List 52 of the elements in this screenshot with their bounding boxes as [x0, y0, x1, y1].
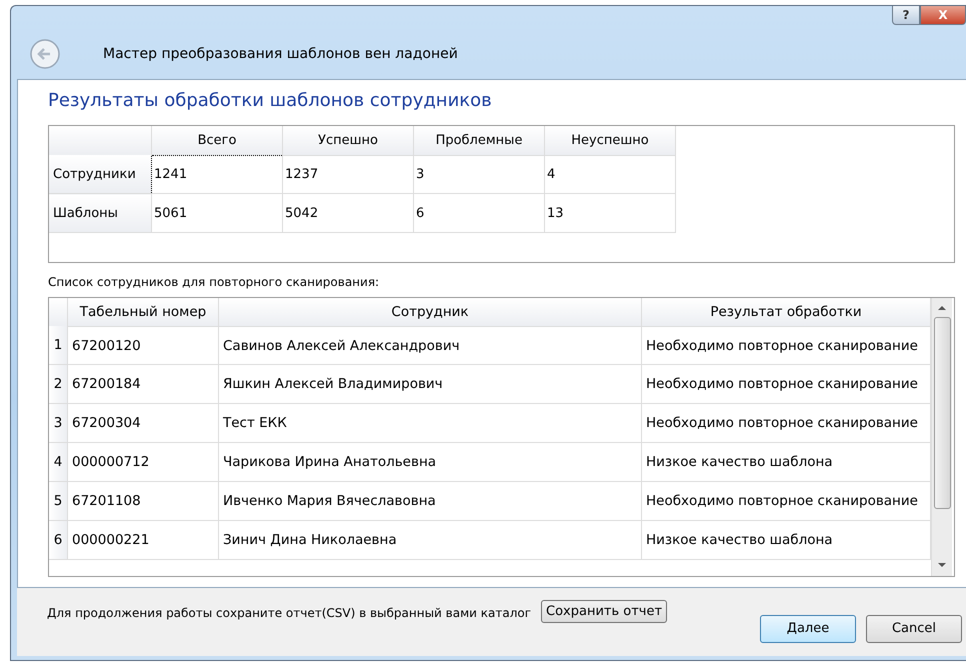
table-cell: Савинов Алексей Александрович: [218, 326, 642, 365]
row-number: 1: [49, 326, 68, 365]
table-cell: 000000221: [68, 520, 218, 560]
table-cell: 1237: [282, 155, 414, 194]
table-cell: 13: [544, 194, 676, 233]
table-cell: 67200304: [68, 404, 218, 443]
column-header: Неуспешно: [544, 126, 676, 156]
save-report-button[interactable]: Сохранить отчет: [541, 600, 668, 623]
save-hint: Для продолжения работы сохраните отчет(CSV) в выбранный вами каталог: [47, 606, 532, 620]
list-label: Список сотрудников для повторного сканирования:: [48, 274, 380, 289]
back-button[interactable]: [29, 38, 61, 70]
row-header: Сотрудники: [49, 155, 152, 194]
row-number: 3: [49, 404, 68, 443]
scrollbar[interactable]: [931, 298, 952, 576]
table-cell: Зинич Дина Николаевна: [218, 520, 642, 560]
table-cell: 67201108: [68, 482, 218, 521]
table-cell: Необходимо повторное сканирование: [642, 482, 930, 521]
column-header: Сотрудник: [218, 298, 642, 326]
table-cell: 3: [414, 155, 544, 194]
table-cell: Необходимо повторное сканирование: [642, 364, 930, 404]
column-header: Проблемные: [414, 126, 544, 156]
table-cell: Яшкин Алексей Владимирович: [218, 364, 642, 404]
column-header: Успешно: [282, 126, 414, 156]
row-number: 5: [49, 482, 68, 521]
table-cell: 5042: [282, 194, 414, 233]
table-cell: Низкое качество шаблона: [642, 520, 930, 560]
table-cell: Необходимо повторное сканирование: [642, 404, 930, 443]
table-cell: Необходимо повторное сканирование: [642, 326, 930, 365]
table-cell: 4: [544, 155, 676, 194]
row-header: Шаблоны: [49, 194, 152, 233]
table-cell: 5061: [152, 194, 282, 233]
table-cell: 000000712: [68, 442, 218, 482]
cancel-button[interactable]: Cancel: [866, 614, 962, 643]
help-button[interactable]: ?: [892, 6, 920, 25]
table-cell: Тест ЕКК: [218, 404, 642, 443]
column-header: Табельный номер: [68, 298, 218, 326]
row-number: 4: [49, 442, 68, 482]
table-cell: 67200120: [68, 326, 218, 365]
row-number: 6: [49, 520, 68, 560]
table-cell: Низкое качество шаблона: [642, 442, 930, 482]
window-title: Мастер преобразования шаблонов вен ладоней: [103, 46, 458, 62]
column-header: Всего: [152, 126, 282, 156]
next-button[interactable]: Далее: [760, 614, 856, 643]
scroll-thumb[interactable]: [934, 316, 950, 509]
table-cell: 6: [414, 194, 544, 233]
table-cell: 67200184: [68, 364, 218, 404]
row-number: 2: [49, 364, 68, 404]
page-heading: Результаты обработки шаблонов сотрудников: [48, 90, 493, 111]
table-cell: 1241: [152, 155, 282, 194]
table-cell: Чарикова Ирина Анатольевна: [218, 442, 642, 482]
table-cell: Ивченко Мария Вячеславовна: [218, 482, 642, 521]
column-header: Результат обработки: [642, 298, 930, 326]
